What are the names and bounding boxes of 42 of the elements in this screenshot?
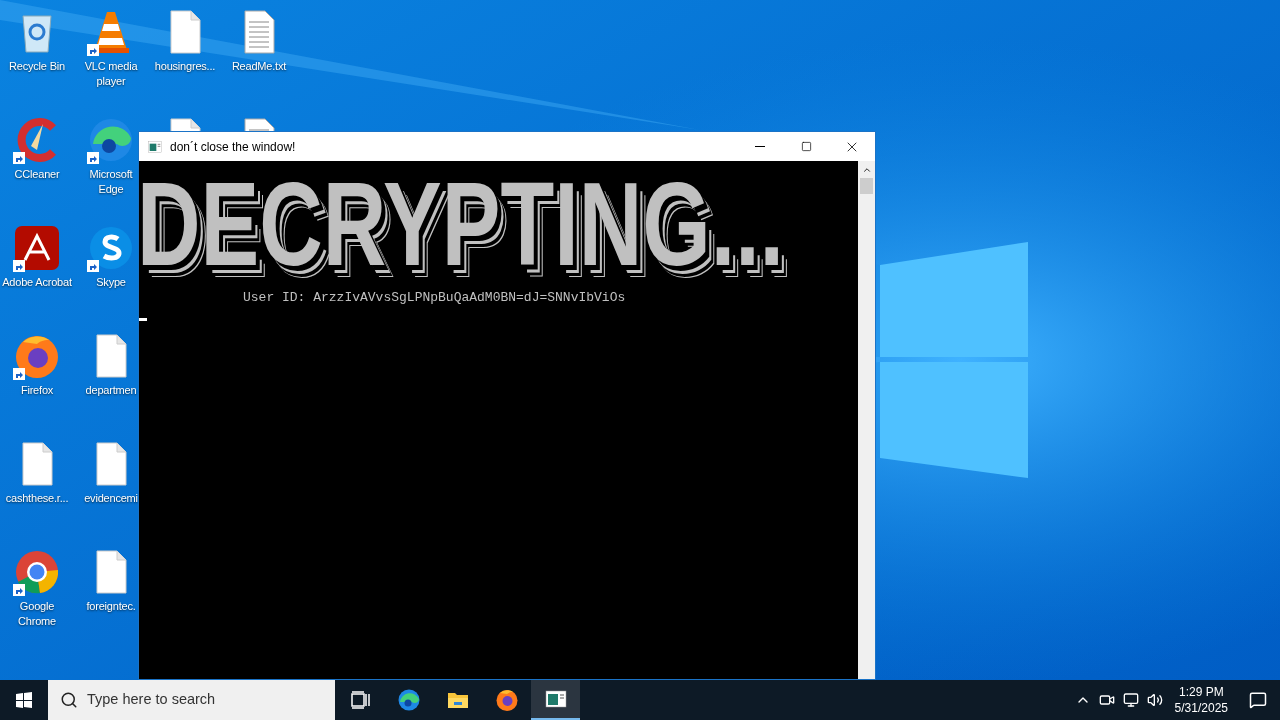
banner-text: DECRYPTING... bbox=[137, 165, 785, 284]
edge-icon bbox=[396, 688, 421, 712]
camera-icon[interactable] bbox=[1098, 692, 1115, 708]
desktop-icon-label[interactable]: VLC media player bbox=[84, 59, 138, 89]
chrome-icon bbox=[13, 548, 61, 596]
maximize-icon bbox=[800, 141, 812, 152]
scroll-up-icon[interactable] bbox=[861, 165, 872, 175]
desktop-icon-label[interactable]: departmen bbox=[85, 383, 137, 398]
desktop-icon-label[interactable]: evidencemi bbox=[84, 491, 138, 506]
clock-date: 5/31/2025 bbox=[1174, 700, 1228, 716]
console-window-icon[interactable] bbox=[543, 687, 568, 711]
firefox-icon bbox=[494, 688, 519, 712]
taskbar-app-button[interactable] bbox=[531, 680, 580, 720]
search-icon bbox=[60, 691, 78, 709]
desktop-icon-label[interactable]: cashthese.r... bbox=[5, 491, 69, 506]
desktop-icon-label[interactable]: Microsoft Edge bbox=[84, 167, 138, 197]
desktop-icon-label[interactable]: ReadMe.txt bbox=[231, 59, 287, 74]
scrollbar-thumb[interactable] bbox=[860, 178, 873, 194]
desktop-icon-label[interactable]: Recycle Bin bbox=[9, 59, 65, 74]
acrobat-icon bbox=[13, 224, 61, 272]
scrollbar[interactable] bbox=[858, 161, 875, 679]
skype-icon bbox=[87, 224, 135, 272]
console-line: User ID: ArzzIvAVvsSgLPNpBuQaAdM0BN=dJ=SNNvIbViOs bbox=[242, 291, 627, 305]
desktop-icon-label[interactable]: Skype bbox=[96, 275, 126, 290]
desktop-icon-label[interactable]: housingres... bbox=[154, 59, 216, 74]
minimize-icon bbox=[755, 146, 765, 147]
text-cursor bbox=[139, 318, 147, 321]
windows-icon bbox=[16, 692, 32, 708]
search-field[interactable]: Type here to search bbox=[48, 680, 335, 720]
desktop-icon-label[interactable]: CCleaner bbox=[14, 167, 60, 182]
volume-icon[interactable] bbox=[1146, 692, 1163, 708]
clock-time: 1:29 PM bbox=[1178, 684, 1224, 700]
desktop-icon-label[interactable]: Firefox bbox=[20, 383, 54, 398]
desktop-icon-label[interactable]: foreigntec. bbox=[86, 599, 136, 614]
clock[interactable]: 1:29 PM 5/31/2025 bbox=[1174, 684, 1228, 716]
network-icon[interactable] bbox=[1122, 692, 1139, 708]
desktop-icon-label[interactable]: Adobe Acrobat bbox=[2, 275, 72, 290]
notification-icon bbox=[1249, 691, 1267, 709]
search-placeholder: Type here to search bbox=[87, 690, 216, 710]
desktop-icon-label[interactable]: Google Chrome bbox=[2, 599, 72, 629]
edge-icon bbox=[87, 116, 135, 164]
window-title: don´t close the window! bbox=[170, 138, 296, 156]
